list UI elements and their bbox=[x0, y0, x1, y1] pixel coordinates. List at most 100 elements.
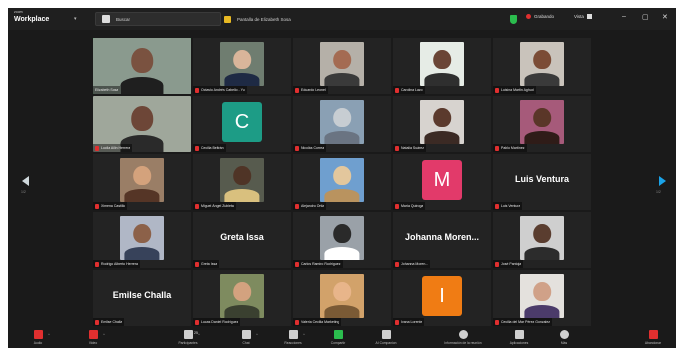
participant-video bbox=[120, 158, 164, 202]
previous-page-icon[interactable] bbox=[22, 176, 29, 186]
participant-nameplate: Eduardo Leonel bbox=[293, 86, 328, 94]
microphone-muted-icon bbox=[295, 319, 299, 325]
participant-name: Greta Issa bbox=[201, 262, 218, 266]
participant-nameplate: Luisina Martin Aghud bbox=[493, 86, 536, 94]
chevron-up-icon[interactable]: ^ bbox=[103, 332, 105, 337]
toolbar-label: Participantes bbox=[178, 341, 198, 345]
page-indicator-right: 1/2 bbox=[656, 190, 661, 194]
participant-tile[interactable]: Carolina Lazo bbox=[393, 38, 491, 94]
participant-face bbox=[333, 107, 351, 128]
participant-name: María Quiroga bbox=[401, 204, 424, 208]
participant-face bbox=[333, 165, 351, 186]
microphone-muted-icon bbox=[295, 261, 299, 267]
chevron-down-icon[interactable]: ▾ bbox=[74, 16, 77, 22]
shield-icon[interactable] bbox=[510, 15, 517, 24]
maximize-button[interactable]: ▢ bbox=[642, 13, 649, 21]
close-button[interactable]: ✕ bbox=[662, 13, 668, 21]
chevron-up-icon[interactable]: ^ bbox=[198, 332, 200, 337]
participant-face bbox=[433, 107, 451, 128]
participant-tile[interactable]: Rodrigo Alberto Herrera bbox=[93, 212, 191, 268]
participant-tile[interactable]: Miguel Ángel Zubieta bbox=[193, 154, 291, 210]
participant-name: Carlos Ramiro Rodríguez bbox=[301, 262, 341, 266]
participant-nameplate: José Pantoja bbox=[493, 260, 524, 268]
recording-indicator[interactable]: Grabando bbox=[526, 14, 554, 19]
participant-tile[interactable]: Octavio Andrés Cabello - Yu bbox=[193, 38, 291, 94]
participant-name: Ivana Lorente bbox=[401, 320, 423, 324]
participant-tile[interactable]: Natalia Suárez bbox=[393, 96, 491, 152]
microphone-muted-icon bbox=[195, 87, 199, 93]
participant-tile[interactable]: Alejandro Ortiz bbox=[293, 154, 391, 210]
participant-nameplate: Natalia Suárez bbox=[393, 144, 426, 152]
participant-nameplate: Valeria Cecilia Marketing bbox=[293, 318, 342, 326]
participant-tile[interactable]: Ximena Castillo bbox=[93, 154, 191, 210]
microphone-muted-icon bbox=[395, 319, 399, 325]
ai-companion-icon bbox=[381, 330, 391, 339]
participant-tile[interactable]: Carlos Ramiro Rodríguez bbox=[293, 212, 391, 268]
participant-tile[interactable]: Lucila Ailin Herrera bbox=[93, 96, 191, 152]
participant-tile[interactable]: M María Quiroga bbox=[393, 154, 491, 210]
chevron-up-icon[interactable]: ^ bbox=[303, 332, 305, 337]
participant-tile[interactable]: Lucas Daniel Rodríguez bbox=[193, 270, 291, 326]
participant-tile[interactable]: Greta Issa Greta Issa bbox=[193, 212, 291, 268]
share-screen-button[interactable]: Compartir bbox=[318, 330, 358, 345]
participant-body bbox=[424, 72, 460, 86]
more-icon bbox=[559, 330, 569, 339]
participant-face bbox=[333, 49, 351, 70]
participant-nameplate: Ivana Lorente bbox=[393, 318, 425, 326]
microphone-muted-icon bbox=[495, 87, 499, 93]
participant-name: Lucas Daniel Rodríguez bbox=[201, 320, 239, 324]
recording-label: Grabando bbox=[534, 14, 555, 19]
apps-button[interactable]: Aplicaciones bbox=[499, 330, 539, 345]
search-icon bbox=[102, 15, 110, 23]
leave-icon bbox=[648, 330, 658, 339]
view-button[interactable]: Vista bbox=[574, 14, 592, 19]
screen-share-indicator[interactable]: Pantalla de Elizabeth Sosa bbox=[224, 13, 291, 25]
participant-name: Nicolás Correa bbox=[301, 146, 325, 150]
participant-tile[interactable]: Emilse Challa Emilse Challa bbox=[93, 270, 191, 326]
info-button[interactable]: Información de la reunión bbox=[443, 330, 483, 345]
toolbar-label: Aplicaciones bbox=[509, 341, 529, 345]
chevron-up-icon[interactable]: ^ bbox=[48, 332, 50, 337]
view-label: Vista bbox=[574, 14, 584, 19]
participant-tile[interactable]: Luis Ventura Luis Ventura bbox=[493, 154, 591, 210]
more-button[interactable]: Más bbox=[544, 330, 584, 345]
participant-tile[interactable]: Cecilia del Mar Pérez Gonzalez bbox=[493, 270, 591, 326]
participant-tile[interactable]: Luisina Martin Aghud bbox=[493, 38, 591, 94]
toolbar-label: AI Companion bbox=[375, 341, 397, 345]
participant-face bbox=[533, 281, 551, 302]
chevron-up-icon[interactable]: ^ bbox=[256, 332, 258, 337]
participant-body bbox=[324, 304, 360, 318]
microphone-muted-icon bbox=[495, 319, 499, 325]
reactions-button[interactable]: Reacciones bbox=[273, 330, 313, 345]
participant-tile[interactable]: I Ivana Lorente bbox=[393, 270, 491, 326]
minimize-button[interactable]: – bbox=[622, 13, 626, 20]
microphone-muted-icon bbox=[195, 203, 199, 209]
participant-tile[interactable]: Eduardo Leonel bbox=[293, 38, 391, 94]
participant-face bbox=[333, 223, 351, 244]
participant-name: José Pantoja bbox=[501, 262, 522, 266]
next-page-icon[interactable] bbox=[659, 176, 666, 186]
participant-tile[interactable]: José Pantoja bbox=[493, 212, 591, 268]
participant-tile[interactable]: C Cecilia Beltrán bbox=[193, 96, 291, 152]
toolbar-label: Abandonar bbox=[644, 341, 662, 345]
participant-tile[interactable]: Nicolás Correa bbox=[293, 96, 391, 152]
chat-button[interactable]: Chat bbox=[226, 330, 266, 345]
participant-avatar: C bbox=[222, 102, 262, 142]
microphone-muted-button[interactable]: Audio bbox=[18, 330, 58, 345]
participants-button[interactable]: Participantes bbox=[168, 330, 208, 345]
participant-video bbox=[220, 42, 264, 86]
leave-button[interactable]: Abandonar bbox=[633, 330, 673, 345]
participant-name: Emilse Challa bbox=[101, 320, 123, 324]
camera-off-button[interactable]: Video bbox=[73, 330, 113, 345]
ai-companion-button[interactable]: AI Companion bbox=[366, 330, 406, 345]
participant-tile[interactable]: Johanna Moren... Johanna Moren... bbox=[393, 212, 491, 268]
app-brand[interactable]: zoom Workplace bbox=[14, 10, 49, 22]
participant-name: Octavio Andrés Cabello - Yu bbox=[201, 88, 245, 92]
participant-nameplate: Lucas Daniel Rodríguez bbox=[193, 318, 241, 326]
participant-name: Luis Ventura bbox=[501, 204, 521, 208]
participant-tile[interactable]: Valeria Cecilia Marketing bbox=[293, 270, 391, 326]
search-box[interactable]: Buscar bbox=[95, 12, 221, 26]
participant-tile[interactable]: Pablo Martínez bbox=[493, 96, 591, 152]
participant-tile[interactable]: Elizabeth Sosa bbox=[93, 38, 191, 94]
toolbar-label: Compartir bbox=[330, 341, 346, 345]
